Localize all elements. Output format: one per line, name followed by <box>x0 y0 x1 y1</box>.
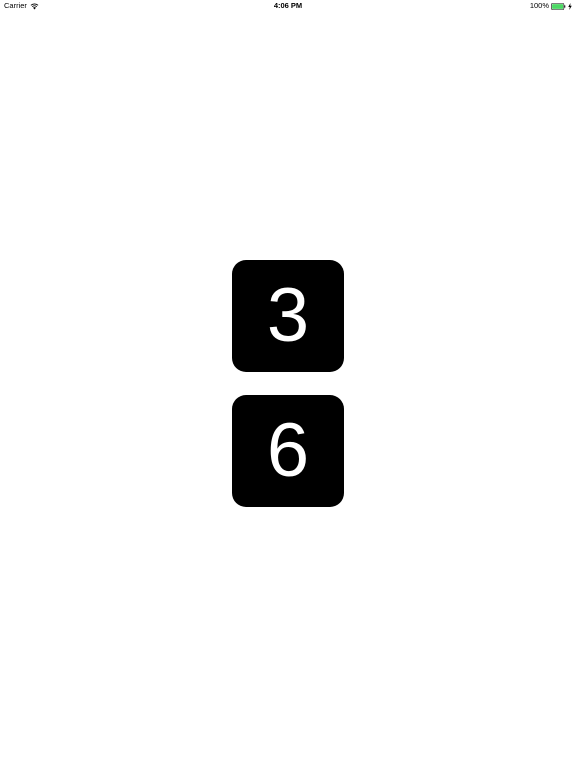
tile-value: 6 <box>266 408 310 493</box>
battery-percent: 100% <box>529 1 549 10</box>
number-tile-3[interactable]: 3 <box>232 260 344 372</box>
charging-bolt-icon <box>568 2 572 10</box>
number-tile-6[interactable]: 6 <box>232 395 344 507</box>
status-time: 4:06 PM <box>273 1 303 10</box>
status-bar: Carrier 4:06 PM 100% <box>0 0 576 12</box>
battery-group: 100% <box>530 0 572 12</box>
battery-fill <box>552 3 564 9</box>
battery-icon <box>551 2 566 10</box>
tile-value: 3 <box>266 273 310 358</box>
